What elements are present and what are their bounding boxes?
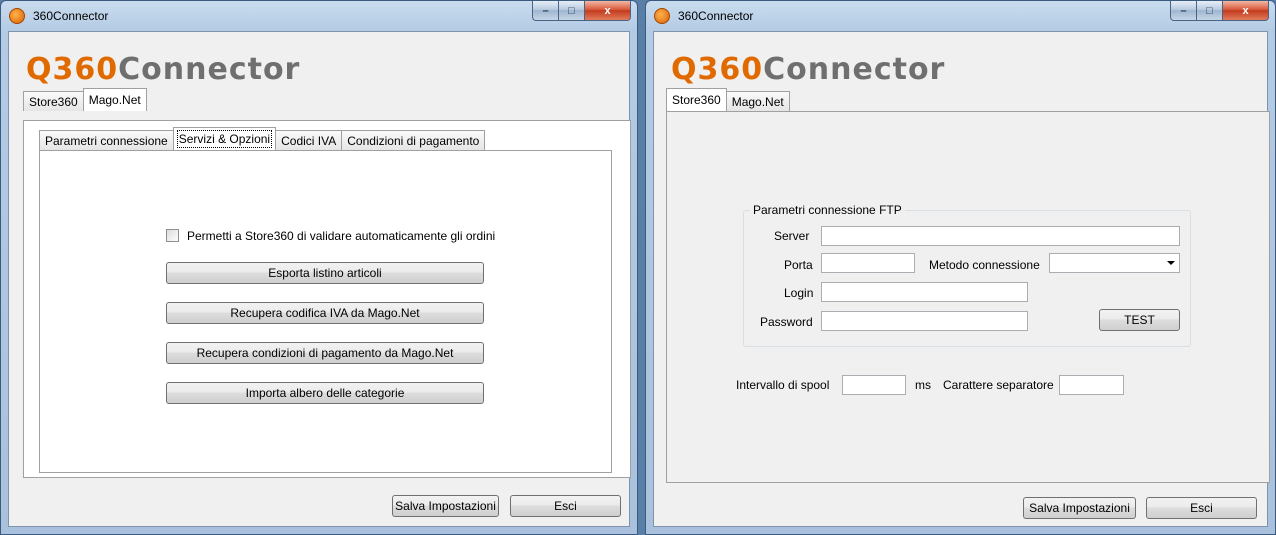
maximize-button[interactable]: □ (559, 1, 585, 21)
caption-buttons: – □ x (532, 1, 631, 21)
tab-label: Condizioni di pagamento (347, 133, 480, 148)
logo-mark: Q360 (26, 52, 119, 87)
window-title: 360Connector (33, 9, 109, 23)
tab-mago-net[interactable]: Mago.Net (82, 88, 147, 111)
server-input[interactable] (821, 226, 1180, 246)
outer-tabpanel: Parametri connessione Servizi & Opzioni … (23, 120, 631, 478)
auto-validate-checkbox[interactable] (166, 229, 179, 242)
server-label: Server (774, 229, 810, 243)
separator-input[interactable] (1059, 375, 1124, 395)
tab-parametri-connessione[interactable]: Parametri connessione (39, 130, 174, 150)
close-button[interactable]: x (585, 1, 631, 21)
maximize-button[interactable]: □ (1197, 1, 1223, 21)
connection-method-label: Metodo connessione (929, 258, 1040, 272)
save-settings-button[interactable]: Salva Impostazioni (1023, 497, 1136, 519)
login-input[interactable] (821, 282, 1028, 302)
right-client-area: Q360Connector Store360 Mago.Net Parametr… (653, 31, 1270, 527)
app-icon (9, 8, 25, 24)
ftp-groupbox-title: Parametri connessione FTP (750, 203, 905, 217)
test-button[interactable]: TEST (1099, 309, 1180, 331)
import-categories-button[interactable]: Importa albero delle categorie (166, 382, 484, 404)
left-client-area: Q360Connector Store360 Mago.Net Parametr… (8, 31, 631, 527)
port-label: Porta (784, 258, 813, 272)
login-label: Login (784, 286, 814, 300)
logo-word: Connector (118, 52, 301, 87)
spool-unit-label: ms (915, 378, 931, 392)
fetch-payment-terms-button[interactable]: Recupera condizioni di pagamento da Mago… (166, 342, 484, 364)
left-titlebar[interactable]: 360Connector – □ x (1, 1, 637, 31)
tab-label: Servizi & Opzioni (176, 130, 273, 148)
connection-method-select[interactable] (1049, 253, 1180, 273)
right-window: 360Connector – □ x Q360Connector Store36… (645, 0, 1276, 535)
port-input[interactable] (821, 253, 915, 273)
tab-label: Mago.Net (731, 94, 784, 109)
exit-button[interactable]: Esci (1146, 497, 1257, 519)
tab-label: Codici IVA (281, 133, 337, 148)
separator-label: Carattere separatore (943, 378, 1054, 392)
tab-servizi-opzioni[interactable]: Servizi & Opzioni (172, 127, 277, 150)
outer-tabstrip: Store360 Mago.Net (23, 88, 147, 111)
tab-store360[interactable]: Store360 (23, 91, 84, 111)
auto-validate-label: Permetti a Store360 di validare automati… (187, 229, 496, 243)
app-icon (654, 8, 670, 24)
minimize-button[interactable]: – (532, 1, 559, 21)
tab-mago-net[interactable]: Mago.Net (725, 91, 790, 111)
export-price-list-button[interactable]: Esporta listino articoli (166, 262, 484, 284)
password-label: Password (760, 315, 813, 329)
outer-tabstrip: Store360 Mago.Net (666, 88, 790, 111)
ftp-groupbox: Parametri connessione FTP Server Porta M… (743, 203, 1191, 347)
inner-tabstrip: Parametri connessione Servizi & Opzioni … (39, 127, 486, 150)
password-input[interactable] (821, 311, 1028, 331)
tab-label: Store360 (672, 93, 721, 107)
left-window: 360Connector – □ x Q360Connector Store36… (0, 0, 638, 535)
caption-buttons: – □ x (1170, 1, 1269, 21)
tab-condizioni-pagamento[interactable]: Condizioni di pagamento (341, 130, 486, 150)
inner-tabpanel: Permetti a Store360 di validare automati… (39, 150, 612, 473)
logo-mark: Q360 (671, 52, 764, 87)
right-titlebar[interactable]: 360Connector – □ x (646, 1, 1275, 31)
outer-tabpanel: Parametri connessione FTP Server Porta M… (666, 111, 1270, 483)
tab-codici-iva[interactable]: Codici IVA (275, 130, 343, 150)
save-settings-button[interactable]: Salva Impostazioni (392, 495, 499, 517)
logo-word: Connector (763, 52, 946, 87)
tab-store360[interactable]: Store360 (666, 88, 727, 111)
spool-interval-label: Intervallo di spool (736, 378, 830, 392)
dropdown-arrow-icon (1167, 261, 1175, 265)
minimize-button[interactable]: – (1170, 1, 1197, 21)
spool-interval-input[interactable] (842, 375, 906, 395)
app-logo: Q360Connector (26, 52, 300, 87)
exit-button[interactable]: Esci (510, 495, 621, 517)
tab-label: Store360 (29, 94, 78, 109)
app-logo: Q360Connector (671, 52, 945, 87)
tab-label: Mago.Net (88, 93, 141, 107)
close-button[interactable]: x (1223, 1, 1269, 21)
tab-label: Parametri connessione (45, 133, 168, 148)
window-title: 360Connector (678, 9, 754, 23)
fetch-iva-button[interactable]: Recupera codifica IVA da Mago.Net (166, 302, 484, 324)
